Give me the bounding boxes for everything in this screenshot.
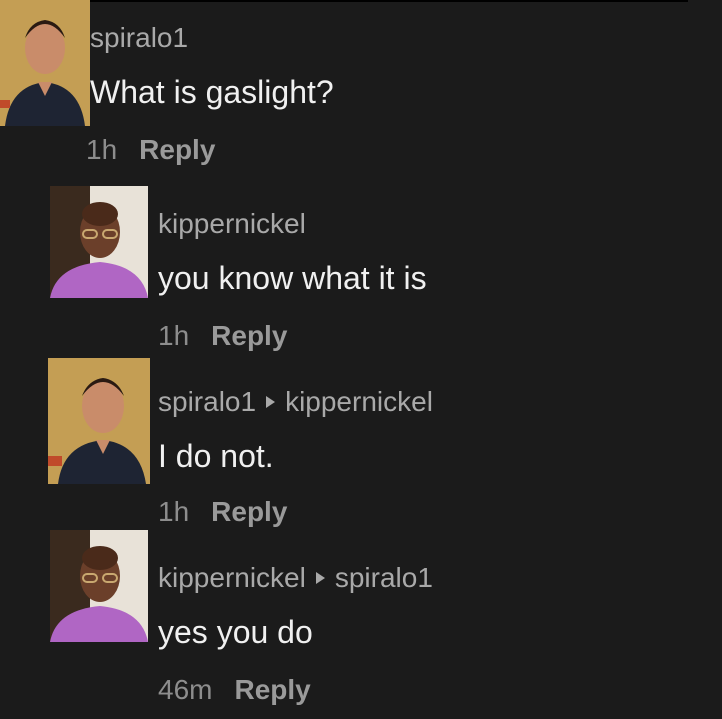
avatar[interactable] bbox=[50, 186, 148, 298]
comment-text: I do not. bbox=[158, 438, 274, 474]
comment-text: you know what it is bbox=[158, 260, 427, 296]
timestamp: 1h bbox=[158, 496, 190, 527]
comment-text: What is gaslight? bbox=[90, 74, 334, 110]
comment-username[interactable]: kippernickel spiralo1 bbox=[158, 562, 433, 594]
comment-meta: 46m Reply bbox=[158, 674, 311, 706]
comment-meta: 1h Reply bbox=[86, 134, 215, 166]
username[interactable]: spiralo1 bbox=[90, 22, 188, 54]
reply-button[interactable]: Reply bbox=[139, 134, 215, 166]
comment-username[interactable]: spiralo1 bbox=[90, 22, 188, 54]
woman-avatar-icon bbox=[50, 530, 148, 642]
username[interactable]: kippernickel bbox=[158, 562, 306, 594]
comment-username[interactable]: kippernickel bbox=[158, 208, 306, 240]
reply-button[interactable]: Reply bbox=[234, 674, 310, 706]
comment-username[interactable]: spiralo1 kippernickel bbox=[158, 386, 433, 418]
reply-arrow-icon bbox=[315, 572, 325, 584]
avatar[interactable] bbox=[0, 0, 90, 126]
comment-meta: 1h Reply bbox=[158, 320, 287, 352]
reply-button[interactable]: Reply bbox=[211, 320, 287, 352]
top-divider bbox=[90, 0, 688, 2]
woman-avatar-icon bbox=[50, 186, 148, 298]
username[interactable]: spiralo1 bbox=[158, 386, 256, 418]
reply-button[interactable]: Reply bbox=[211, 496, 287, 528]
comment-text: yes you do bbox=[158, 614, 313, 650]
avatar[interactable] bbox=[48, 358, 150, 484]
username[interactable]: kippernickel bbox=[158, 208, 306, 240]
timestamp: 46m bbox=[158, 674, 213, 705]
comment-meta: 1h Reply bbox=[158, 496, 287, 528]
timestamp: 1h bbox=[86, 134, 118, 165]
avatar[interactable] bbox=[50, 530, 148, 642]
man-avatar-icon bbox=[0, 0, 90, 126]
man-avatar-icon bbox=[48, 358, 150, 484]
reply-to-username[interactable]: spiralo1 bbox=[335, 562, 433, 594]
reply-to-username[interactable]: kippernickel bbox=[285, 386, 433, 418]
timestamp: 1h bbox=[158, 320, 190, 351]
reply-arrow-icon bbox=[266, 396, 276, 408]
